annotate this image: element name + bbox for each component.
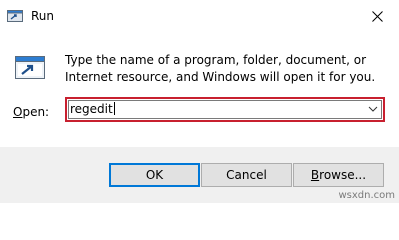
open-label: Open: — [13, 105, 49, 119]
browse-button[interactable]: Browse... — [293, 163, 384, 187]
open-combobox[interactable]: regedit — [65, 97, 385, 122]
dialog-description: Type the name of a program, folder, docu… — [65, 53, 376, 84]
watermark: wsxdn.com — [338, 190, 395, 201]
text-caret — [113, 102, 115, 115]
ok-button[interactable]: OK — [109, 163, 200, 187]
open-input-value: regedit — [70, 102, 113, 116]
window-title: Run — [31, 9, 55, 23]
run-icon — [14, 52, 46, 84]
chevron-down-icon[interactable] — [368, 104, 378, 114]
open-combobox-frame — [68, 100, 382, 119]
run-dialog: Run Type the name of a program, folder, … — [0, 0, 399, 203]
run-icon — [7, 8, 23, 24]
open-input[interactable]: regedit — [70, 102, 115, 116]
button-bar: OK Cancel Browse... wsxdn.com — [0, 147, 399, 203]
open-label-text: pen: — [22, 105, 50, 119]
close-icon — [371, 10, 383, 22]
cancel-button[interactable]: Cancel — [201, 163, 292, 187]
browse-accelerator: B — [310, 168, 320, 182]
dialog-content: Type the name of a program, folder, docu… — [0, 32, 399, 147]
browse-label: rowse... — [319, 168, 367, 182]
title-bar: Run — [0, 0, 399, 32]
close-button[interactable] — [355, 0, 399, 32]
